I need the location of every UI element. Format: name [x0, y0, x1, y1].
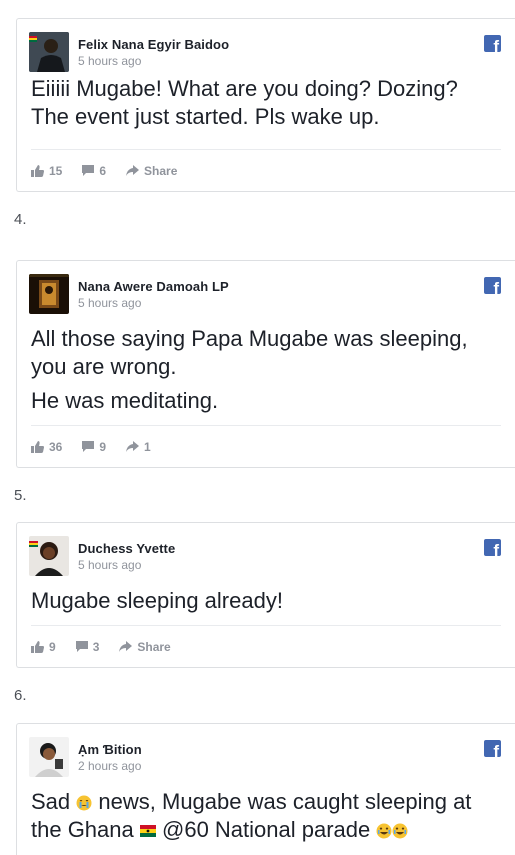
crying-face-emoji-icon: [76, 795, 92, 811]
share-arrow-icon: [126, 441, 140, 452]
comment-icon: [82, 441, 95, 452]
avatar[interactable]: [29, 274, 69, 314]
post-actions: 9 3 Share: [31, 625, 501, 667]
facebook-icon[interactable]: f: [484, 740, 501, 757]
post-card: Ạm Ɓition 2 hours ago f Sad news, Mugabe…: [16, 723, 515, 855]
post-text: Sad news, Mugabe was caught sleeping at …: [17, 788, 515, 844]
like-count: 9: [49, 639, 56, 654]
facebook-icon[interactable]: f: [484, 277, 501, 294]
laughing-face-emoji-icon: [392, 823, 408, 839]
post-actions: 36 9 1: [31, 425, 501, 467]
share-label: Share: [144, 163, 178, 178]
thumbs-up-icon: [31, 640, 44, 653]
thumbs-up-icon: [31, 440, 44, 453]
post-number: 6.: [14, 687, 27, 704]
share-arrow-icon: [126, 165, 140, 176]
share-count: 1: [144, 439, 151, 454]
share-button[interactable]: 1: [126, 440, 151, 454]
comment-button[interactable]: 9: [82, 440, 106, 454]
thumbs-up-icon: [31, 164, 44, 177]
author-name[interactable]: Felix Nana Egyir Baidoo: [78, 37, 229, 52]
laughing-face-emoji-icon: [376, 823, 392, 839]
post-card: Duchess Yvette 5 hours ago f Mugabe slee…: [16, 522, 515, 668]
post-text-part: @60 National parade: [162, 817, 371, 842]
post-line: He was meditating.: [31, 388, 219, 413]
timestamp[interactable]: 5 hours ago: [78, 296, 141, 310]
share-arrow-icon: [119, 641, 133, 652]
post-text: Eiiiii Mugabe! What are you doing? Dozin…: [17, 75, 515, 131]
timestamp[interactable]: 5 hours ago: [78, 558, 141, 572]
timestamp[interactable]: 2 hours ago: [78, 759, 141, 773]
post-number: 5.: [14, 487, 27, 504]
author-name[interactable]: Nana Awere Damoah LP: [78, 279, 229, 294]
timestamp[interactable]: 5 hours ago: [78, 54, 141, 68]
post-actions: 15 6 Share: [31, 149, 501, 191]
avatar[interactable]: [29, 737, 69, 777]
like-button[interactable]: 36: [31, 440, 62, 454]
like-button[interactable]: 9: [31, 640, 56, 654]
facebook-icon[interactable]: f: [484, 35, 501, 52]
share-label: Share: [137, 639, 171, 654]
author-name[interactable]: Duchess Yvette: [78, 541, 175, 556]
share-button[interactable]: Share: [126, 164, 177, 178]
post-text-part: Sad: [31, 789, 71, 814]
post-text: All those saying Papa Mugabe was sleepin…: [17, 325, 515, 415]
post-number: 4.: [14, 211, 27, 228]
like-count: 36: [49, 439, 63, 454]
comment-icon: [82, 165, 95, 176]
comment-button[interactable]: 3: [75, 639, 100, 654]
comment-count: 6: [99, 163, 107, 178]
comment-button[interactable]: 6: [82, 164, 106, 178]
post-line: Eiiiii Mugabe! What are you doing? Dozin…: [31, 76, 458, 129]
avatar[interactable]: [29, 32, 69, 72]
post-text: Mugabe sleeping already!: [17, 587, 515, 615]
facebook-icon[interactable]: f: [484, 539, 501, 556]
post-line: All those saying Papa Mugabe was sleepin…: [31, 326, 468, 379]
ghana-flag-icon: [139, 825, 156, 838]
post-card: Nana Awere Damoah LP 5 hours ago f All t…: [16, 260, 515, 468]
comment-count: 9: [99, 439, 107, 454]
comment-count: 3: [92, 639, 100, 654]
like-button[interactable]: 15: [31, 164, 62, 178]
avatar[interactable]: [29, 536, 69, 576]
post-card: Felix Nana Egyir Baidoo 5 hours ago f Ei…: [16, 18, 515, 192]
author-name[interactable]: Ạm Ɓition: [78, 742, 142, 757]
post-line: Mugabe sleeping already!: [31, 588, 283, 613]
comment-icon: [75, 641, 88, 652]
share-button[interactable]: Share: [119, 639, 171, 654]
like-count: 15: [49, 163, 63, 178]
